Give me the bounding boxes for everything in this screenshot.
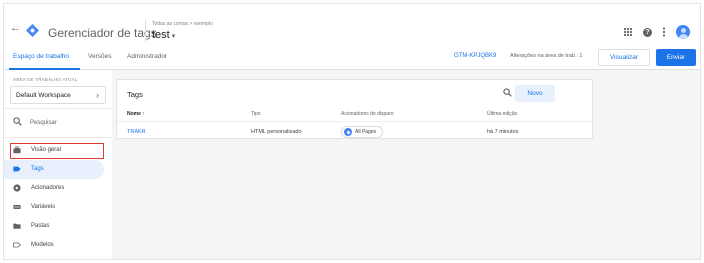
eye-icon bbox=[344, 128, 352, 136]
column-header-name[interactable]: Nome ↑ bbox=[127, 111, 145, 117]
chevron-right-icon: › bbox=[96, 90, 99, 100]
container-id[interactable]: GTM-KPJQBK9 bbox=[454, 53, 496, 59]
tag-manager-logo-icon bbox=[26, 24, 39, 37]
tab-versions[interactable]: Versões bbox=[88, 53, 112, 60]
breadcrumb[interactable]: Todas as contas > exemplo bbox=[152, 21, 213, 27]
tags-card: Tags Novo Nome ↑ Tipo Acionadores de dis… bbox=[116, 79, 593, 139]
trigger-icon bbox=[13, 184, 21, 192]
tag-icon bbox=[13, 166, 21, 172]
search-icon bbox=[13, 117, 22, 126]
highlight-box bbox=[10, 143, 104, 159]
sidebar-item-label: Modelos bbox=[31, 242, 54, 248]
sidebar-item-tags[interactable]: Tags bbox=[4, 160, 104, 179]
submit-button[interactable]: Enviar bbox=[656, 49, 696, 66]
tab-workspace[interactable]: Espaço de trabalho bbox=[13, 53, 69, 60]
sidebar-item-templates[interactable]: Modelos bbox=[4, 236, 104, 255]
help-icon[interactable]: ? bbox=[643, 27, 652, 37]
sidebar-search[interactable]: Pesquisar bbox=[4, 108, 112, 138]
folder-icon bbox=[13, 223, 21, 229]
template-icon bbox=[13, 242, 21, 248]
arrow-left-icon[interactable]: ← bbox=[10, 23, 21, 34]
search-icon[interactable] bbox=[503, 88, 512, 97]
column-header-type: Tipo bbox=[251, 111, 261, 117]
trigger-chip[interactable]: All Pages bbox=[341, 126, 384, 138]
more-vert-icon[interactable] bbox=[662, 27, 666, 37]
search-input: Pesquisar bbox=[30, 120, 57, 126]
top-icons: ? bbox=[623, 25, 690, 39]
container-name: test bbox=[152, 29, 170, 41]
table-divider bbox=[117, 121, 592, 122]
account-avatar-icon[interactable] bbox=[676, 25, 690, 39]
column-header-last-edited: Última edição bbox=[487, 111, 518, 117]
workspace-name: Default Workspace bbox=[16, 92, 71, 99]
container-selector[interactable]: test ▾ bbox=[152, 29, 175, 41]
header-divider bbox=[145, 20, 146, 42]
main-content: Tags Novo Nome ↑ Tipo Acionadores de dis… bbox=[112, 70, 700, 259]
column-header-triggers: Acionadores de disparo bbox=[341, 111, 394, 117]
sidebar-item-label: Pastas bbox=[31, 223, 50, 229]
app-window: ← Gerenciador de tags Todas as contas > … bbox=[3, 3, 701, 260]
tag-last-edited: há 7 minutos bbox=[487, 129, 519, 135]
workspace-selector[interactable]: Default Workspace › bbox=[10, 86, 106, 104]
sidebar-item-label: Tags bbox=[31, 166, 44, 172]
workspace-label: ÁREA DE TRABALHO ATUAL bbox=[13, 77, 78, 82]
chevron-down-icon: ▾ bbox=[171, 33, 176, 40]
tag-type: HTML personalizado bbox=[251, 129, 302, 135]
preview-button[interactable]: Visualizar bbox=[598, 49, 650, 66]
new-tag-button[interactable]: Novo bbox=[515, 85, 555, 102]
sidebar-item-variables[interactable]: Variáveis bbox=[4, 198, 104, 217]
card-title: Tags bbox=[127, 90, 143, 99]
apps-grid-icon[interactable] bbox=[623, 27, 633, 37]
sidebar-item-folders[interactable]: Pastas bbox=[4, 217, 104, 236]
app-bar: ← Gerenciador de tags Todas as contas > … bbox=[4, 4, 700, 45]
sidebar-item-label: Variáveis bbox=[31, 204, 56, 210]
tab-bar: Espaço de trabalho Versões Administrador… bbox=[4, 45, 700, 70]
workspace-changes[interactable]: Alterações na área de trab.: 1 bbox=[510, 53, 582, 59]
sidebar-item-label: Acionadores bbox=[31, 185, 65, 191]
tab-admin[interactable]: Administrador bbox=[127, 53, 167, 60]
trigger-name: All Pages bbox=[355, 129, 377, 135]
sidebar-item-triggers[interactable]: Acionadores bbox=[4, 179, 104, 198]
app-title: Gerenciador de tags bbox=[48, 26, 157, 40]
variables-icon bbox=[13, 205, 21, 209]
tag-name-link[interactable]: TRAKR bbox=[127, 129, 146, 135]
sidebar: ÁREA DE TRABALHO ATUAL Default Workspace… bbox=[4, 70, 112, 259]
